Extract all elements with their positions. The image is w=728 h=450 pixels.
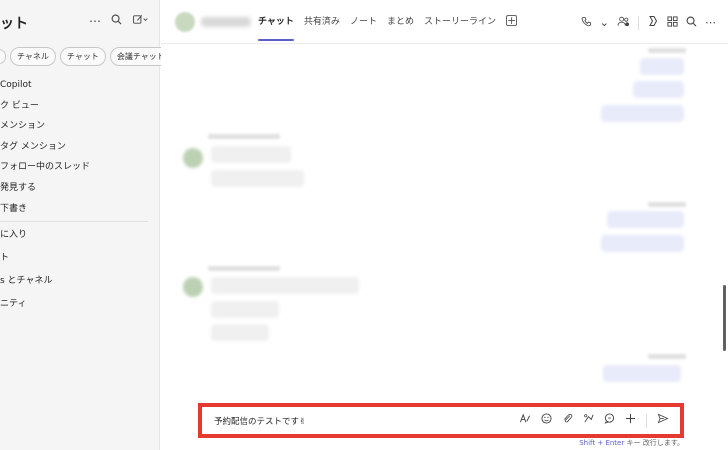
message-bubble-other[interactable]: [211, 324, 269, 341]
message-list: [161, 45, 728, 450]
more-icon[interactable]: ⋯: [705, 16, 716, 29]
message-bubble-other[interactable]: [211, 301, 279, 318]
sidebar-item-tag-mentions[interactable]: タグ メンション: [0, 138, 160, 159]
message-bubble-mine[interactable]: [633, 81, 684, 98]
sidebar-item-discover[interactable]: 発見する: [0, 179, 160, 200]
compose-icon[interactable]: [132, 14, 148, 28]
filter-chip-chat[interactable]: チャット: [59, 47, 106, 66]
chat-header: チャット 共有済み ノート まとめ ストーリーライン + ⌄ ⋯: [161, 0, 728, 44]
divider: [646, 413, 647, 428]
tab-shared[interactable]: 共有済み: [304, 14, 340, 27]
search-icon[interactable]: [111, 14, 122, 28]
message-bubble-mine[interactable]: [601, 105, 684, 122]
sidebar-actions: ⋯: [89, 14, 148, 28]
compose-hint: Shift + Enter キー 改行します。: [579, 438, 684, 448]
divider: [638, 15, 639, 30]
apps-icon[interactable]: [667, 15, 678, 30]
tab-notes[interactable]: ノート: [350, 14, 377, 27]
attach-icon[interactable]: [562, 413, 573, 428]
sidebar-item-followed-threads[interactable]: フォロー中のスレッド: [0, 158, 160, 179]
message-timestamp: [648, 48, 686, 53]
call-icon[interactable]: [581, 16, 592, 30]
filter-chip[interactable]: [0, 49, 6, 64]
message-bubble-other[interactable]: [211, 277, 359, 294]
message-sender-meta: [208, 266, 280, 271]
sidebar-nav: Copilot ク ビュー メンション タグ メンション フォロー中のスレッド …: [0, 76, 160, 220]
add-tab-icon[interactable]: +: [505, 15, 517, 26]
add-icon[interactable]: [625, 413, 636, 428]
chat-icon[interactable]: [604, 413, 615, 428]
compose-toolbar: [519, 413, 669, 428]
message-bubble-mine[interactable]: [601, 235, 684, 252]
search-icon[interactable]: [686, 16, 697, 30]
chat-name-redacted[interactable]: [201, 17, 251, 27]
hint-key: Shift + Enter: [579, 439, 625, 447]
copilot-icon[interactable]: [647, 15, 659, 30]
sidebar-item-communities[interactable]: ニティ: [0, 295, 160, 318]
tab-recap[interactable]: まとめ: [387, 14, 414, 27]
message-bubble-mine[interactable]: [640, 58, 684, 75]
tab-bar: チャット 共有済み ノート まとめ ストーリーライン +: [258, 14, 517, 41]
header-actions: ⌄ ⋯: [581, 15, 716, 30]
chevron-down-icon[interactable]: ⌄: [600, 16, 609, 29]
sidebar-item-quick-view[interactable]: ク ビュー: [0, 97, 160, 118]
sidebar-item-copilot[interactable]: Copilot: [0, 76, 160, 97]
message-timestamp: [648, 202, 686, 207]
sidebar-item-drafts[interactable]: 下書き: [0, 200, 160, 221]
sidebar-title: ット: [0, 16, 28, 32]
hint-text: キー 改行します。: [626, 439, 684, 447]
divider: [0, 221, 148, 222]
sidebar-item-chats[interactable]: ト: [0, 249, 160, 272]
message-timestamp: [648, 354, 686, 359]
format-icon[interactable]: [519, 413, 531, 428]
avatar[interactable]: [183, 277, 203, 297]
send-icon[interactable]: [657, 413, 669, 428]
people-icon[interactable]: [617, 16, 630, 30]
tab-chat[interactable]: チャット: [258, 14, 294, 41]
sidebar-item-mentions[interactable]: メンション: [0, 117, 160, 138]
sidebar-header: ット ⋯: [0, 0, 160, 44]
message-bubble-mine[interactable]: [603, 365, 681, 382]
left-panel: ット ⋯ チャネル チャット 会議チャット ⌄ Copilot ク ビュー メン…: [0, 0, 189, 450]
sidebar-item-teams-channels[interactable]: s とチャネル: [0, 272, 160, 295]
filter-chip-channel[interactable]: チャネル: [10, 47, 56, 66]
emoji-icon[interactable]: [541, 413, 552, 428]
message-bubble-mine[interactable]: [607, 211, 684, 228]
loop-icon[interactable]: [583, 413, 594, 428]
message-bubble-other[interactable]: [211, 170, 304, 187]
message-sender-meta: [208, 134, 280, 139]
more-icon[interactable]: ⋯: [89, 14, 101, 28]
message-input[interactable]: 予約配信のテストです✌: [214, 415, 306, 427]
tab-storyline[interactable]: ストーリーライン: [424, 14, 496, 27]
avatar[interactable]: [183, 148, 203, 168]
avatar[interactable]: [175, 12, 195, 32]
sidebar-nav-secondary: に入り ト s とチャネル ニティ: [0, 226, 160, 318]
sidebar-item-favorites[interactable]: に入り: [0, 226, 160, 249]
compose-box[interactable]: 予約配信のテストです✌: [203, 408, 679, 433]
scrollbar[interactable]: [723, 285, 726, 351]
message-bubble-other[interactable]: [211, 146, 291, 163]
